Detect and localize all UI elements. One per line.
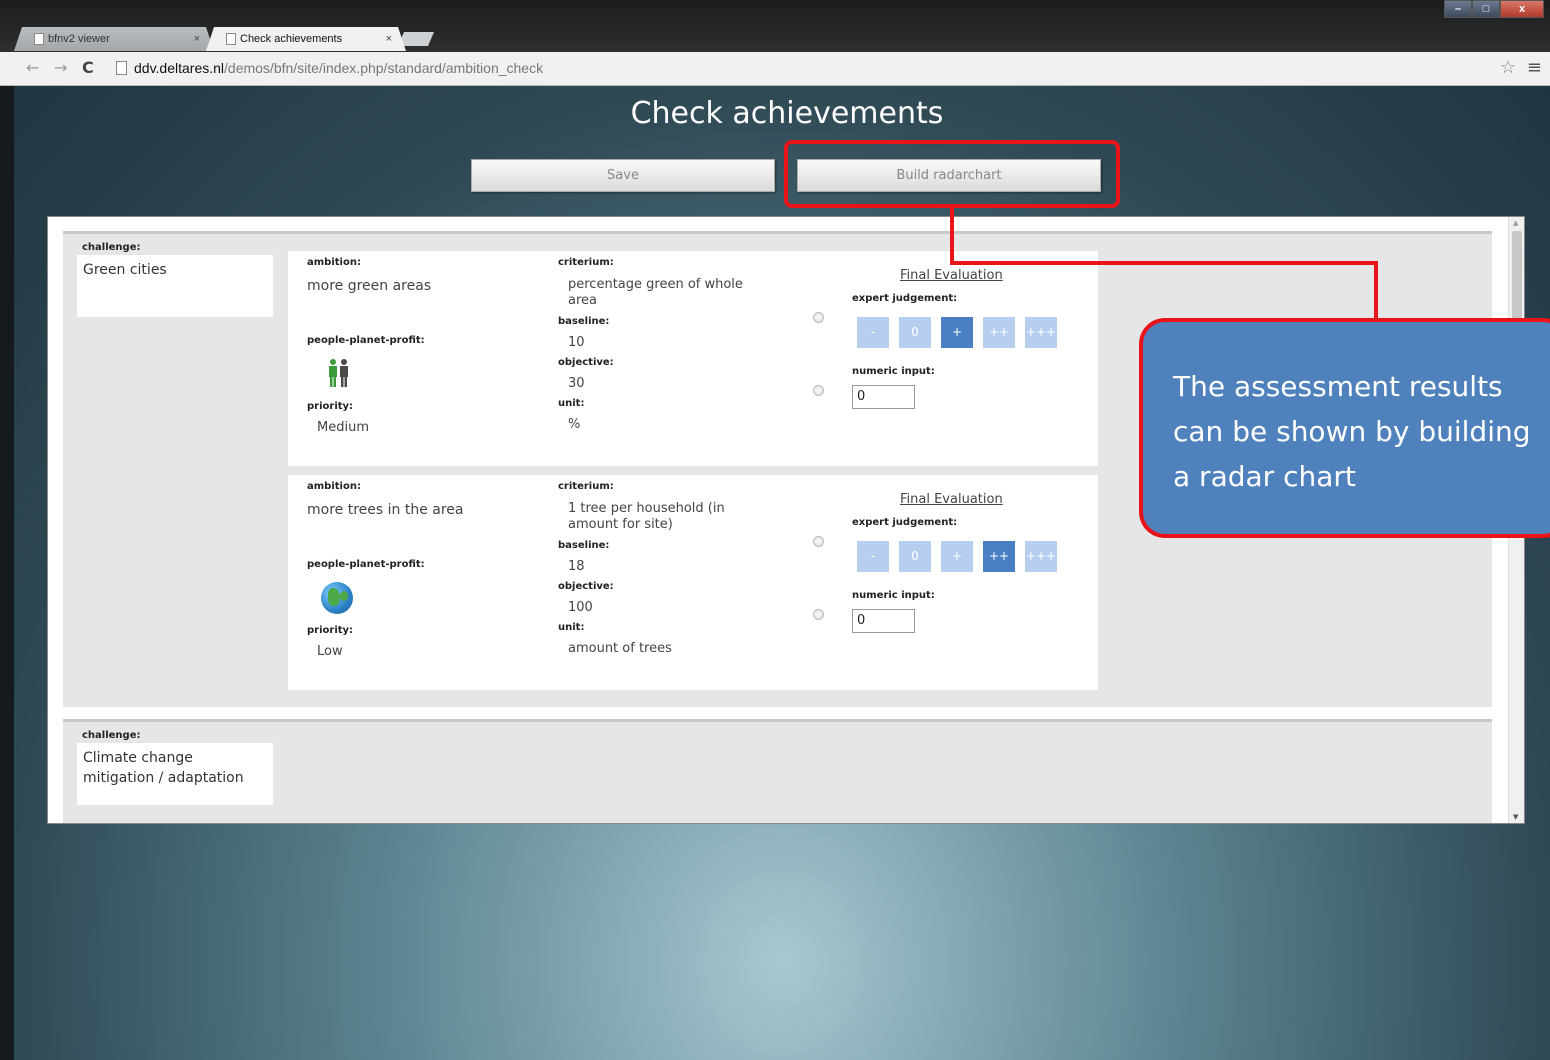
maximize-button[interactable]: □ — [1472, 0, 1500, 18]
connector-line — [950, 261, 1378, 265]
tab-label: Check achievements — [240, 33, 343, 45]
close-window-button[interactable]: x — [1500, 0, 1544, 18]
expert-judgement-radio[interactable] — [813, 312, 824, 323]
minimize-button[interactable]: – — [1444, 0, 1472, 18]
scale-option-triple-plus[interactable]: +++ — [1025, 317, 1057, 348]
priority-label: priority: — [307, 401, 354, 412]
numeric-input-radio[interactable] — [813, 385, 824, 396]
ppp-label: people-planet-profit: — [307, 559, 425, 570]
scroll-up-arrow-icon[interactable]: ▲ — [1513, 219, 1518, 227]
objective-value: 100 — [568, 600, 593, 615]
scale-option-zero[interactable]: 0 — [899, 317, 931, 348]
unit-value: % — [568, 417, 581, 432]
scale-option-triple-plus[interactable]: +++ — [1025, 541, 1057, 572]
ambition-label: ambition: — [307, 481, 361, 492]
challenge-section: challenge: Climate change mitigation / a… — [63, 719, 1492, 823]
final-evaluation-link[interactable]: Final Evaluation — [900, 268, 1003, 283]
numeric-input-field[interactable]: 0 — [852, 609, 915, 633]
reload-icon[interactable]: C — [82, 58, 94, 77]
unit-value: amount of trees — [568, 641, 672, 656]
connector-line — [950, 206, 954, 265]
window-controls: – □ x — [1444, 0, 1544, 18]
objective-label: objective: — [558, 581, 614, 592]
scale-option-zero[interactable]: 0 — [899, 541, 931, 572]
tab-check-achievements[interactable]: Check achievements × — [206, 27, 406, 51]
numeric-input-label: numeric input: — [852, 366, 935, 377]
callout-line: can be shown by building — [1173, 415, 1531, 448]
priority-value: Low — [317, 644, 343, 659]
callout-line: The assessment results — [1173, 370, 1503, 403]
tab-bfnv2-viewer[interactable]: bfnv2 viewer × — [14, 27, 214, 51]
save-button[interactable]: Save — [471, 159, 775, 192]
baseline-value: 10 — [568, 335, 585, 350]
back-arrow-icon[interactable]: ← — [26, 58, 39, 77]
scale-option-plus[interactable]: + — [941, 317, 973, 348]
scale-option-double-plus[interactable]: ++ — [983, 541, 1015, 572]
close-icon[interactable]: × — [386, 27, 392, 51]
criterium-label: criterium: — [558, 257, 614, 268]
baseline-label: baseline: — [558, 540, 610, 551]
window-left-edge — [0, 86, 14, 1060]
menu-icon[interactable]: ≡ — [1527, 57, 1542, 78]
page-viewport: Check achievements Save Build radarchart… — [14, 86, 1550, 1060]
close-icon[interactable]: × — [194, 27, 200, 51]
expert-judgement-label: expert judgement: — [852, 517, 958, 528]
objective-label: objective: — [558, 357, 614, 368]
expert-judgement-label: expert judgement: — [852, 293, 958, 304]
planet-icon — [321, 582, 353, 614]
scale-option-double-plus[interactable]: ++ — [983, 317, 1015, 348]
objective-value: 30 — [568, 376, 585, 391]
unit-label: unit: — [558, 622, 585, 633]
criterium-value: 1 tree per household (in amount for site… — [568, 501, 725, 532]
page-icon — [226, 33, 236, 45]
judgement-scale: - 0 + ++ +++ — [857, 541, 1057, 572]
scroll-down-arrow-icon[interactable]: ▼ — [1513, 813, 1518, 821]
browser-toolbar: ← → C ddv.deltares.nl/demos/bfn/site/ind… — [0, 52, 1550, 86]
browser-tab-strip: bfnv2 viewer × Check achievements × – □ … — [0, 0, 1550, 52]
page-title: Check achievements — [630, 96, 944, 131]
ambition-label: ambition: — [307, 257, 361, 268]
forward-arrow-icon[interactable]: → — [54, 58, 67, 77]
ambition-card: ambition: more trees in the area people-… — [288, 475, 1098, 690]
baseline-label: baseline: — [558, 316, 610, 327]
baseline-value: 18 — [568, 559, 585, 574]
priority-value: Medium — [317, 420, 369, 435]
expert-judgement-radio[interactable] — [813, 536, 824, 547]
unit-label: unit: — [558, 398, 585, 409]
criterium-label: criterium: — [558, 481, 614, 492]
challenge-name: Climate change mitigation / adaptation — [77, 743, 273, 805]
scale-option-plus[interactable]: + — [941, 541, 973, 572]
page-icon — [116, 61, 127, 75]
numeric-input-label: numeric input: — [852, 590, 935, 601]
numeric-input-field[interactable]: 0 — [852, 385, 915, 409]
numeric-input-radio[interactable] — [813, 609, 824, 620]
address-bar[interactable]: ddv.deltares.nl/demos/bfn/site/index.php… — [134, 60, 543, 76]
challenge-label: challenge: — [82, 242, 141, 253]
callout-line: a radar chart — [1173, 460, 1356, 493]
challenge-label: challenge: — [82, 730, 141, 741]
connector-line — [1374, 261, 1378, 321]
ppp-label: people-planet-profit: — [307, 335, 425, 346]
judgement-scale: - 0 + ++ +++ — [857, 317, 1057, 348]
url-host: ddv.deltares.nl — [134, 60, 225, 76]
highlight-box — [784, 140, 1120, 208]
criterium-value: percentage green of whole area — [568, 277, 743, 308]
ambition-card: ambition: more green areas people-planet… — [288, 251, 1098, 466]
challenge-name: Green cities — [77, 255, 273, 317]
scale-option-minus[interactable]: - — [857, 317, 889, 348]
ambition-value: more trees in the area — [307, 502, 464, 518]
url-path: /demos/bfn/site/index.php/standard/ambit… — [224, 60, 544, 76]
priority-label: priority: — [307, 625, 354, 636]
ambition-value: more green areas — [307, 278, 432, 294]
final-evaluation-link[interactable]: Final Evaluation — [900, 492, 1003, 507]
people-icon — [329, 359, 348, 387]
tab-label: bfnv2 viewer — [48, 33, 110, 45]
page-icon — [34, 33, 44, 45]
bookmark-star-icon[interactable]: ☆ — [1500, 57, 1516, 78]
annotation-callout: The assessment results can be shown by b… — [1139, 318, 1550, 538]
scale-option-minus[interactable]: - — [857, 541, 889, 572]
